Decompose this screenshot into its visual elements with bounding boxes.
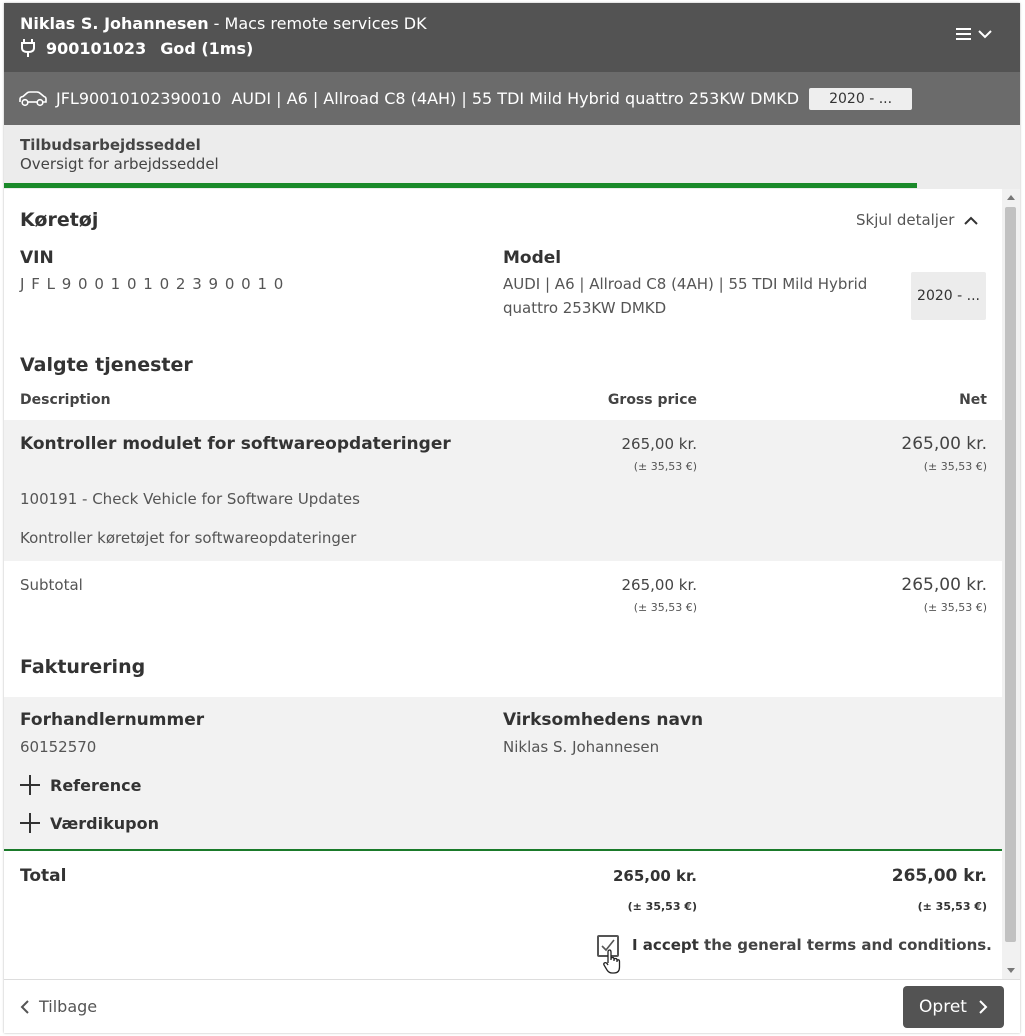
dealer-number-value: 60152570 (20, 738, 97, 756)
app-window: Niklas S. Johannesen - Macs remote servi… (4, 3, 1020, 1033)
chevron-left-icon (20, 999, 29, 1014)
total-divider (4, 849, 1002, 851)
top-bar: Niklas S. Johannesen - Macs remote servi… (4, 3, 1020, 72)
service-code: 100191 - Check Vehicle for Software Upda… (20, 490, 360, 508)
total-label: Total (20, 866, 67, 886)
vehicle-section-title: Køretøj (20, 209, 99, 231)
user-name: Niklas S. Johannesen (20, 14, 209, 33)
main-menu-button[interactable] (956, 27, 992, 41)
vehicle-vin: JFL90010102390010 (56, 89, 222, 108)
subtotal-gross-eur: (± 35,53 €) (633, 601, 697, 614)
scroll-down-arrow-icon[interactable] (1007, 968, 1015, 973)
subtotal-label: Subtotal (20, 576, 83, 594)
add-voucher-label: Værdikupon (50, 813, 159, 833)
model-label: Model (503, 248, 562, 268)
create-label: Opret (919, 997, 967, 1017)
hide-details-label: Skjul detaljer (856, 211, 955, 229)
subtotal-gross: 265,00 kr. (621, 576, 698, 594)
total-net-eur: (± 35,53 €) (917, 900, 987, 913)
vin-label: VIN (20, 248, 54, 268)
column-description: Description (20, 392, 111, 408)
model-value-line2: quattro 253KW DMKD (503, 299, 667, 317)
scroll-content: Køretøj Skjul detaljer VIN J F L 9 0 0 1… (4, 189, 1002, 979)
plug-icon (21, 39, 35, 57)
subtotal-net: 265,00 kr. (901, 575, 987, 595)
add-reference-label: Reference (50, 775, 142, 795)
service-row: Kontroller modulet for softwareopdaterin… (4, 420, 1002, 561)
service-net-eur: (± 35,53 €) (923, 460, 987, 473)
vehicle-bar: JFL90010102390010 AUDI | A6 | Allroad C8… (4, 72, 1020, 125)
service-name: Kontroller modulet for softwareopdaterin… (20, 434, 451, 454)
chevron-right-icon (979, 1000, 988, 1014)
column-gross: Gross price (607, 392, 697, 408)
progress-bar (4, 183, 917, 188)
company-name: - Macs remote services DK (208, 14, 427, 33)
page-subtitle: Oversigt for arbejdsseddel (20, 155, 219, 173)
service-gross: 265,00 kr. (621, 435, 698, 453)
chevron-down-icon (978, 30, 992, 39)
scrollbar-thumb[interactable] (1005, 207, 1016, 942)
column-net: Net (959, 392, 987, 408)
add-reference-button[interactable]: Reference (20, 775, 141, 795)
terms-accept-bold: I accept (632, 936, 699, 954)
service-gross-eur: (± 35,53 €) (633, 460, 697, 473)
page-title: Tilbudsarbejdsseddel (20, 136, 201, 154)
back-button[interactable]: Tilbage (20, 997, 97, 1016)
billing-block: Forhandlernummer 60152570 Virksomhedens … (4, 697, 1002, 849)
hide-details-toggle[interactable]: Skjul detaljer (856, 211, 979, 229)
terms-accept-rest: the general terms and conditions. (698, 936, 992, 954)
dealer-number-label: Forhandlernummer (20, 710, 205, 730)
user-info: Niklas S. Johannesen - Macs remote servi… (20, 14, 427, 33)
chevron-up-icon (964, 216, 979, 225)
vehicle-year-badge[interactable]: 2020 - ... (809, 87, 913, 110)
plus-icon (20, 775, 40, 795)
services-title: Valgte tjenester (20, 354, 193, 376)
hand-cursor-icon (603, 949, 621, 974)
model-year-badge[interactable]: 2020 - ... (911, 272, 986, 320)
vertical-scrollbar[interactable] (1002, 189, 1020, 979)
page-header: Tilbudsarbejdsseddel Oversigt for arbejd… (4, 125, 1020, 189)
footer: Tilbage Opret (4, 979, 1020, 1033)
device-info: 900101023 God (1ms) (20, 38, 253, 58)
car-icon (19, 90, 47, 106)
hamburger-menu-icon (956, 28, 971, 40)
terms-text[interactable]: I accept the general terms and condition… (632, 936, 992, 954)
company-name-value: Niklas S. Johannesen (503, 738, 660, 756)
scroll-up-arrow-icon[interactable] (1007, 195, 1015, 200)
subtotal-net-eur: (± 35,53 €) (923, 601, 987, 614)
company-name-label: Virksomhedens navn (503, 710, 704, 730)
total-net: 265,00 kr. (891, 866, 987, 886)
vin-value: J F L 9 0 0 1 0 1 0 2 3 9 0 0 1 0 (20, 275, 285, 293)
total-gross-eur: (± 35,53 €) (627, 900, 697, 913)
device-id: 900101023 (46, 38, 147, 58)
model-value-line1: AUDI | A6 | Allroad C8 (4AH) | 55 TDI Mi… (503, 275, 868, 293)
service-description: Kontroller køretøjet for softwareopdater… (20, 529, 357, 547)
back-label: Tilbage (39, 997, 98, 1016)
plus-icon (20, 813, 40, 833)
total-gross: 265,00 kr. (612, 867, 697, 885)
add-voucher-button[interactable]: Værdikupon (20, 813, 159, 833)
connection-status: God (1ms) (160, 38, 254, 58)
service-net: 265,00 kr. (901, 434, 987, 454)
create-button[interactable]: Opret (903, 986, 1004, 1028)
vehicle-model: AUDI | A6 | Allroad C8 (4AH) | 55 TDI Mi… (231, 89, 800, 108)
billing-title: Fakturering (20, 656, 146, 678)
